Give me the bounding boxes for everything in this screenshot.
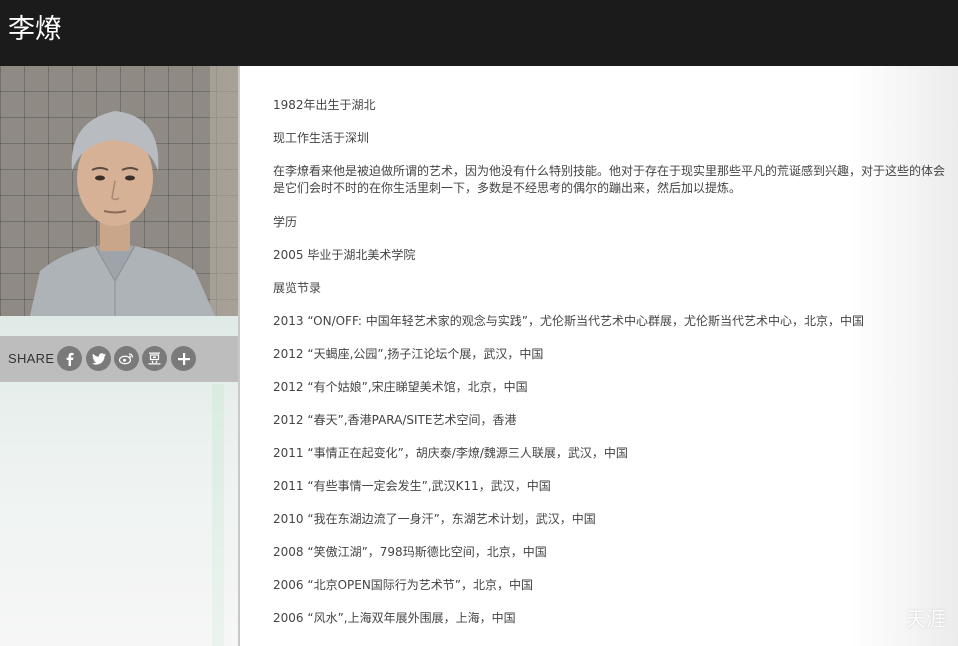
twitter-share-button[interactable] [86,346,111,371]
weibo-share-button[interactable] [114,346,139,371]
sidebar-decoration [212,384,224,646]
weibo-icon [119,353,134,365]
share-bar: SHARE [0,336,238,382]
bio-born: 1982年出生于湖北 [273,98,376,112]
bio-lives: 现工作生活于深圳 [273,131,370,145]
douban-share-button[interactable] [142,346,167,371]
exhibition-item: 2012 “天蝎座,公园”,扬子江论坛个展，武汉，中国 [273,347,544,361]
facebook-share-button[interactable] [57,346,82,371]
exhibition-item: 2012 “春天”,香港PARA/SITE艺术空间，香港 [273,413,517,427]
exhibitions-heading: 展览节录 [273,281,322,295]
site-header: 李燎 [0,0,958,66]
douban-icon [148,352,161,365]
portrait-illustration [30,66,238,316]
exhibition-item: 2011 “有些事情一定会发生”,武汉K11，武汉，中国 [273,479,551,493]
watermark: 天涯 [906,607,946,631]
exhibition-item: 2012 “有个姑娘”,宋庄睇望美术馆，北京，中国 [273,380,528,394]
exhibition-item: 2006 “风水”,上海双年展外围展，上海，中国 [273,611,516,625]
facebook-icon [66,352,73,366]
education-item: 2005 毕业于湖北美术学院 [273,248,416,262]
share-label: SHARE [8,351,55,366]
artist-portrait [0,66,238,316]
exhibition-item: 2013 “ON/OFF: 中国年轻艺术家的观念与实践”，尤伦斯当代艺术中心群展… [273,314,865,328]
plus-icon [177,352,190,365]
exhibition-item: 2011 “事情正在起变化”，胡庆泰/李燎/魏源三人联展，武汉，中国 [273,446,628,460]
exhibition-item: 2010 “我在东湖边流了一身汗”，东湖艺术计划，武汉，中国 [273,512,596,526]
exhibition-item: 2006 “北京OPEN国际行为艺术节”，北京，中国 [273,578,534,592]
bio-statement: 在李燎看来他是被迫做所谓的艺术，因为他没有什么特别技能。他对于存在于现实里那些平… [273,164,946,195]
more-share-button[interactable] [171,346,196,371]
page-title: 李燎 [8,14,62,45]
education-heading: 学历 [273,215,298,229]
bio-content: 1982年出生于湖北 现工作生活于深圳 在李燎看来他是被迫做所谓的艺术，因为他没… [240,66,958,646]
twitter-icon [91,352,106,365]
exhibition-item: 2008 “笑傲江湖”，798玛斯德比空间，北京，中国 [273,545,547,559]
sidebar: SHARE [0,66,240,646]
